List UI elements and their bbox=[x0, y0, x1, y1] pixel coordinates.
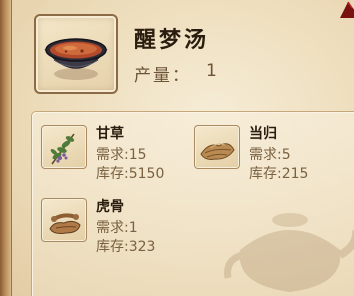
material-slot-angelica[interactable] bbox=[194, 125, 240, 169]
material-required: 需求:15 bbox=[96, 147, 147, 163]
material-stock: 库存:323 bbox=[96, 239, 156, 255]
licorice-herb-icon bbox=[50, 133, 75, 165]
recipe-name: 醒梦汤 bbox=[134, 28, 210, 53]
angelica-root-icon bbox=[200, 143, 235, 160]
recipe-panel: 醒梦汤 产量： 1 甘草 需求:15 库存:5150 当归 需求:5 库存:21… bbox=[0, 0, 354, 296]
tiger-bone-icon bbox=[49, 213, 81, 234]
material-required: 需求:5 bbox=[249, 147, 291, 163]
yield-value: 1 bbox=[206, 61, 217, 81]
material-slot-tiger-bone[interactable] bbox=[41, 198, 87, 242]
material-stock: 库存:5150 bbox=[96, 166, 165, 182]
material-stock: 库存:215 bbox=[249, 166, 309, 182]
materials-box: 甘草 需求:15 库存:5150 当归 需求:5 库存:215 虎骨 需求:1 … bbox=[31, 111, 354, 296]
material-name: 虎骨 bbox=[96, 199, 124, 215]
material-required: 需求:1 bbox=[96, 220, 138, 236]
recipe-icon-frame[interactable] bbox=[34, 14, 118, 94]
teapot-watermark-icon bbox=[224, 213, 354, 292]
corner-ornament-icon bbox=[340, 1, 354, 18]
panel-left-border bbox=[0, 0, 12, 296]
material-name: 甘草 bbox=[96, 126, 124, 142]
material-name: 当归 bbox=[249, 126, 277, 142]
yield-label: 产量： bbox=[134, 66, 191, 86]
soup-bowl-icon bbox=[44, 38, 108, 80]
material-slot-licorice[interactable] bbox=[41, 125, 87, 169]
